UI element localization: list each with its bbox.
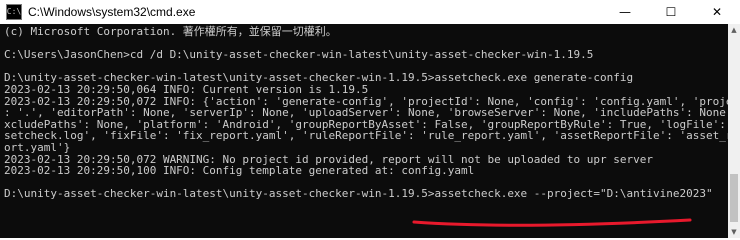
console-line: : '.', 'editorPath': None, 'serverIp': N…	[4, 106, 728, 120]
console-line: D:\unity-asset-checker-win-latest\unity-…	[4, 187, 713, 201]
console-text[interactable]: (c) Microsoft Corporation. 著作權所有，並保留一切權利…	[0, 24, 728, 200]
cmd-window: C:\ C:\Windows\system32\cmd.exe — ☐ ✕ (c…	[0, 0, 740, 238]
close-button[interactable]: ✕	[694, 0, 740, 24]
scroll-down-icon[interactable]: ▼	[728, 226, 740, 238]
scroll-up-icon[interactable]: ▲	[728, 24, 740, 36]
vertical-scrollbar[interactable]: ▲ ▼	[728, 24, 740, 238]
scroll-thumb[interactable]	[730, 174, 738, 222]
cmd-icon-glyph: C:\	[6, 7, 22, 16]
console-line: ort.yaml'}	[4, 140, 71, 154]
console-output[interactable]: (c) Microsoft Corporation. 著作權所有，並保留一切權利…	[0, 24, 728, 238]
window-title: C:\Windows\system32\cmd.exe	[28, 5, 196, 19]
console-line: C:\Users\JasonChen>cd /d D:\unity-asset-…	[4, 48, 594, 62]
console-line: setcheck.log', 'fixFile': 'fix_report.ya…	[4, 129, 728, 143]
title-bar[interactable]: C:\ C:\Windows\system32\cmd.exe — ☐ ✕	[0, 0, 740, 24]
maximize-button[interactable]: ☐	[648, 0, 694, 24]
console-line: 2023-02-13 20:29:50,064 INFO: Current ve…	[4, 82, 369, 96]
minimize-button[interactable]: —	[602, 0, 648, 24]
cmd-icon[interactable]: C:\	[6, 4, 22, 20]
console-line: 2023-02-13 20:29:50,100 INFO: Config tem…	[4, 164, 475, 178]
console-line: (c) Microsoft Corporation. 著作權所有，並保留一切權利…	[4, 25, 337, 38]
